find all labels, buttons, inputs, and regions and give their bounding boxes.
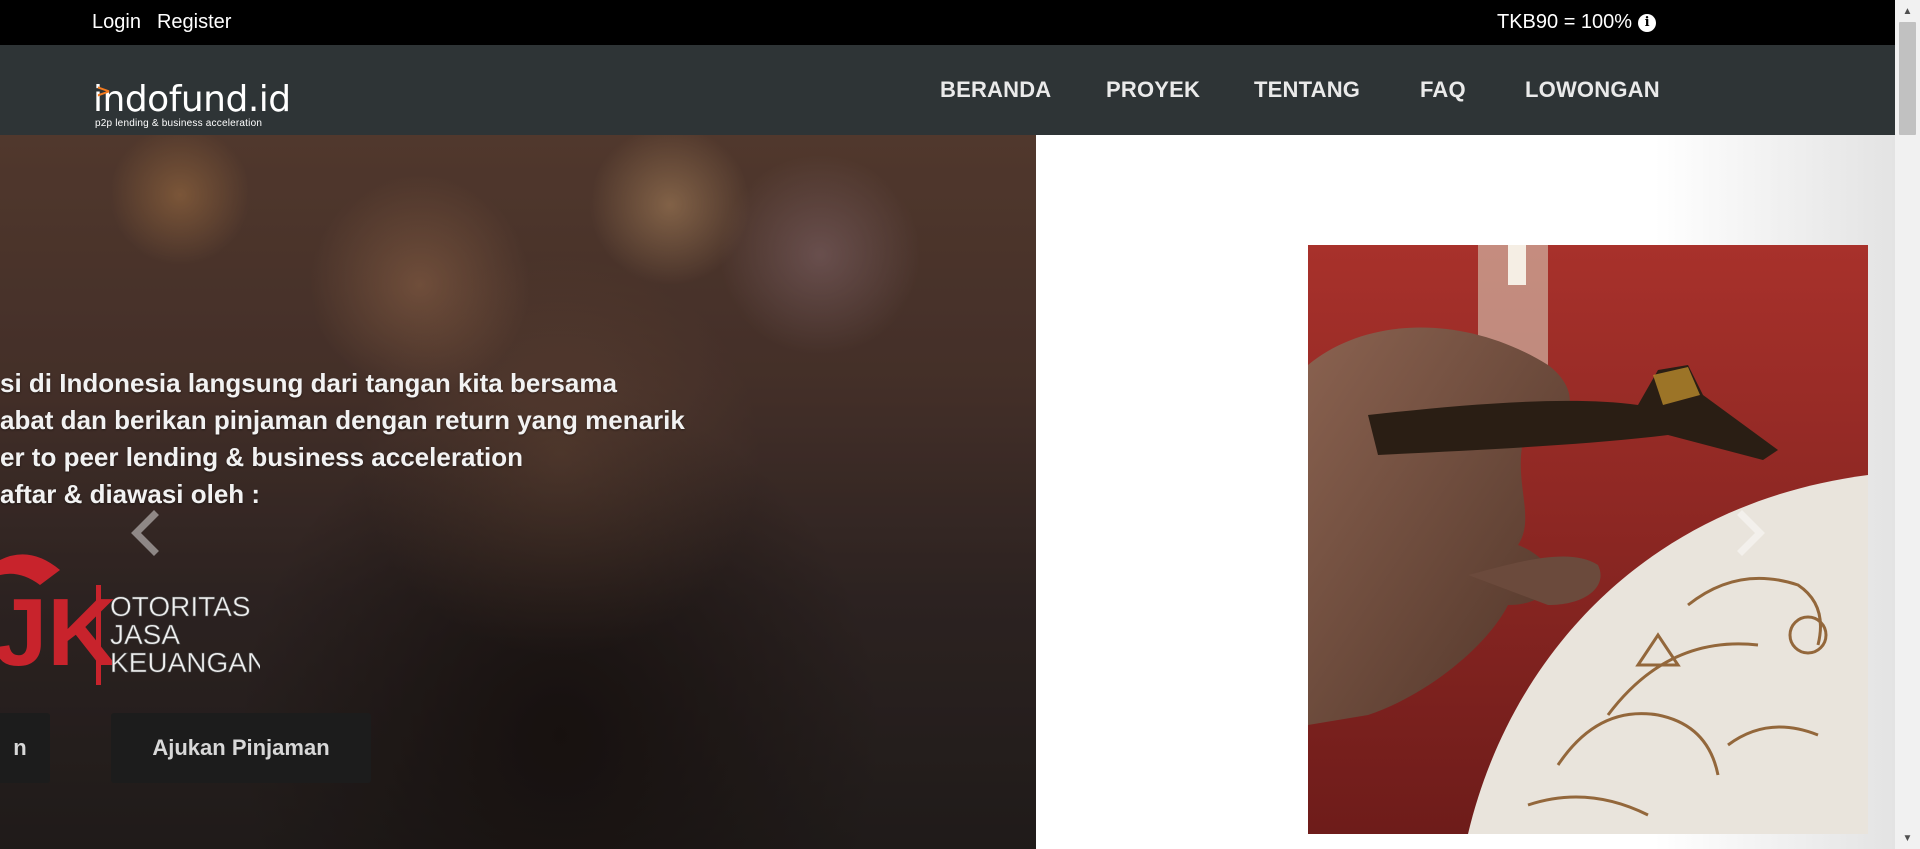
chevron-right-icon[interactable]: [1730, 503, 1770, 563]
login-link[interactable]: Login: [92, 11, 141, 34]
tkb-text: TKB90 = 100%: [1497, 11, 1633, 33]
hero-text: si di Indonesia langsung dari tangan kit…: [0, 365, 685, 513]
batik-photo: [1308, 245, 1868, 834]
ojk-line-1: OTORITAS: [110, 591, 251, 622]
page-scrollbar[interactable]: ▲ ▼: [1895, 0, 1920, 849]
apply-loan-button[interactable]: Ajukan Pinjaman: [111, 713, 371, 783]
nav-proyek[interactable]: PROYEK: [1106, 45, 1200, 135]
batik-illustration: [1308, 245, 1868, 834]
hero-line-3: er to peer lending & business accelerati…: [0, 442, 524, 472]
apply-loan-label: Ajukan Pinjaman: [152, 735, 330, 760]
scroll-up-icon[interactable]: ▲: [1895, 2, 1920, 20]
hero-carousel: si di Indonesia langsung dari tangan kit…: [0, 135, 1895, 849]
info-circle-icon[interactable]: i: [1638, 13, 1657, 32]
auth-links: Login Register: [92, 0, 231, 45]
nav-faq[interactable]: FAQ: [1420, 45, 1466, 135]
hero-button-partial[interactable]: n: [0, 713, 50, 783]
hero-button-partial-label: n: [13, 735, 27, 760]
tkb-indicator: TKB90 = 100% i: [1497, 0, 1657, 45]
hero-line-4: aftar & diawasi oleh :: [0, 479, 261, 509]
register-link[interactable]: Register: [157, 11, 231, 34]
main-nav: BERANDA PROYEK TENTANG FAQ LOWONGAN: [0, 45, 1895, 135]
ojk-line-3: KEUANGAN: [110, 647, 260, 678]
ojk-line-2: JASA: [110, 619, 180, 650]
scroll-down-icon[interactable]: ▼: [1895, 829, 1920, 847]
scrollbar-thumb[interactable]: [1899, 22, 1916, 135]
nav-tentang[interactable]: TENTANG: [1254, 45, 1360, 135]
top-bar: Login Register TKB90 = 100% i: [0, 0, 1895, 45]
nav-beranda[interactable]: BERANDA: [940, 45, 1051, 135]
hero-line-1: si di Indonesia langsung dari tangan kit…: [0, 368, 617, 398]
ojk-divider: [96, 585, 101, 685]
hero-line-2: abat dan berikan pinjaman dengan return …: [0, 405, 685, 435]
chevron-left-icon[interactable]: [126, 503, 166, 563]
nav-lowongan[interactable]: LOWONGAN: [1525, 45, 1660, 135]
